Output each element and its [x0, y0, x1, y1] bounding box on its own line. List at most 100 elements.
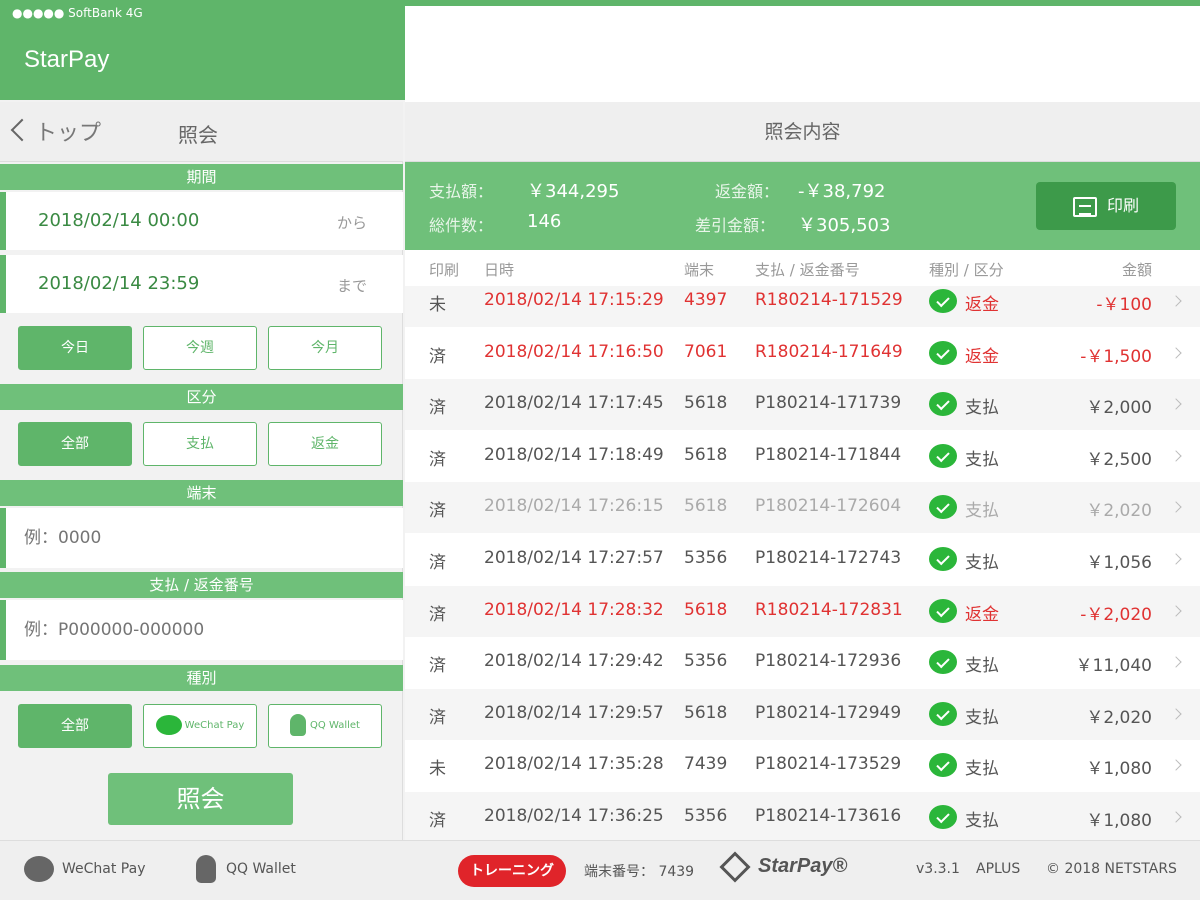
- row-number: R180214-172831: [755, 600, 903, 620]
- summary-bar: 支払額： ￥344,295 返金額： -￥38,792 総件数： 146 差引金…: [405, 162, 1200, 250]
- type-qq-button[interactable]: QQ Wallet: [268, 704, 382, 748]
- start-date-field[interactable]: 2018/02/14 00:00 から: [0, 192, 403, 250]
- wechat-icon: [929, 392, 957, 416]
- table-row[interactable]: 済 2018/02/14 17:28:32 5618 R180214-172831 返金…: [405, 586, 1200, 637]
- row-print-status: 済: [429, 347, 446, 367]
- qq-icon: [290, 714, 307, 736]
- row-number: P180214-172949: [755, 703, 902, 723]
- count-label: 総件数：: [429, 216, 494, 235]
- table-row[interactable]: 済 2018/02/14 17:26:15 5618 P180214-172604 支払…: [405, 482, 1200, 533]
- row-print-status: 未: [429, 295, 446, 315]
- category-header: 区分: [0, 384, 403, 410]
- row-amount: -￥100: [1096, 295, 1152, 315]
- printer-icon: [1072, 196, 1097, 217]
- terminal-input[interactable]: [6, 508, 366, 568]
- net-total-label: 差引金額：: [695, 216, 776, 235]
- table-row[interactable]: 済 2018/02/14 17:27:57 5356 P180214-172743 支払…: [405, 534, 1200, 585]
- table-row[interactable]: 済 2018/02/14 17:17:45 5618 P180214-171739 支払…: [405, 379, 1200, 430]
- table-row[interactable]: 未 2018/02/14 17:15:29 4397 R180214-171529 返金…: [405, 286, 1200, 327]
- number-field: [0, 600, 403, 660]
- row-kind: 支払: [965, 398, 999, 418]
- wechat-icon: [929, 599, 957, 623]
- row-amount: ￥2,020: [1086, 501, 1152, 521]
- row-datetime: 2018/02/14 17:26:15: [484, 496, 664, 516]
- end-date-field[interactable]: 2018/02/14 23:59 まで: [0, 255, 403, 313]
- period-month-button[interactable]: 今月: [268, 326, 382, 370]
- period-header: 期間: [0, 164, 403, 190]
- row-number: P180214-173616: [755, 806, 902, 826]
- filter-panel: トップ 照会 期間 2018/02/14 00:00 から 2018/02/14…: [0, 102, 403, 840]
- app-header: ●●●●● SoftBank 4G 17:37 ◉ ✱ 92% StarPay: [0, 0, 1200, 744]
- number-header: 支払 / 返金番号: [0, 572, 403, 598]
- chevron-right-icon: [1170, 759, 1182, 771]
- wechat-icon: [929, 341, 957, 365]
- category-pay-button[interactable]: 支払: [143, 422, 257, 466]
- row-terminal: 5618: [684, 445, 728, 465]
- type-qq-label: QQ Wallet: [310, 720, 360, 731]
- starpay-logo: StarPay®: [719, 851, 848, 883]
- wechat-icon: [929, 805, 957, 829]
- row-print-status: 済: [429, 708, 446, 728]
- chevron-right-icon: [1170, 605, 1182, 617]
- period-week-button[interactable]: 今週: [143, 326, 257, 370]
- chevron-right-icon: [1170, 708, 1182, 720]
- row-terminal: 5618: [684, 600, 728, 620]
- status-bar: ●●●●● SoftBank 4G 17:37 ◉ ✱ 92%: [0, 0, 1200, 744]
- row-terminal: 5356: [684, 806, 728, 826]
- table-row[interactable]: 済 2018/02/14 17:29:57 5618 P180214-172949 支払…: [405, 689, 1200, 740]
- table-row[interactable]: 済 2018/02/14 17:29:42 5356 P180214-172936 支払…: [405, 637, 1200, 688]
- wechat-icon: [929, 753, 957, 777]
- row-terminal: 5618: [684, 496, 728, 516]
- filter-title: 照会: [178, 123, 218, 147]
- logo-text: StarPay®: [758, 855, 848, 877]
- row-print-status: 済: [429, 811, 446, 831]
- wechat-icon: [155, 715, 182, 735]
- pay-total-label: 支払額：: [429, 182, 494, 201]
- battery-icon: [467, 8, 490, 19]
- print-button[interactable]: 印刷: [1036, 182, 1176, 230]
- row-print-status: 済: [429, 553, 446, 573]
- row-terminal: 5618: [684, 703, 728, 723]
- number-input[interactable]: [6, 600, 366, 660]
- category-refund-button[interactable]: 返金: [268, 422, 382, 466]
- row-terminal: 4397: [684, 290, 728, 310]
- row-number: P180214-173529: [755, 754, 902, 774]
- refund-total-value: -￥38,792: [798, 181, 886, 202]
- col-amount: 金額: [1121, 261, 1152, 279]
- row-datetime: 2018/02/14 17:27:57: [484, 548, 664, 568]
- row-number: P180214-172604: [755, 496, 902, 516]
- footer: WeChat Pay QQ Wallet トレーニング 端末番号： 7439 S…: [0, 840, 1200, 900]
- row-number: R180214-171529: [755, 290, 903, 310]
- row-number: R180214-171649: [755, 342, 903, 362]
- period-today-button[interactable]: 今日: [18, 326, 132, 370]
- row-amount: ￥2,000: [1086, 398, 1152, 418]
- filter-navbar: トップ 照会: [0, 102, 403, 162]
- transaction-list: 未 2018/02/14 17:15:29 4397 R180214-171529 返金…: [405, 286, 1200, 840]
- footer-wechat: WeChat Pay: [24, 856, 145, 882]
- row-terminal: 5618: [684, 393, 728, 413]
- chevron-right-icon: [1170, 295, 1182, 307]
- wechat-icon: [929, 650, 957, 674]
- type-all-button[interactable]: 全部: [18, 704, 132, 748]
- row-print-status: 済: [429, 398, 446, 418]
- row-terminal: 7439: [684, 754, 728, 774]
- type-wechat-button[interactable]: WeChat Pay: [143, 704, 257, 748]
- qq-icon: [196, 855, 216, 883]
- table-row[interactable]: 済 2018/02/14 17:18:49 5618 P180214-171844 支払…: [405, 431, 1200, 482]
- table-row[interactable]: 済 2018/02/14 17:36:25 5356 P180214-173616 支払…: [405, 792, 1200, 840]
- category-all-button[interactable]: 全部: [18, 422, 132, 466]
- table-row[interactable]: 未 2018/02/14 17:35:28 7439 P180214-173529 支払…: [405, 740, 1200, 791]
- terminal-number-value: 7439: [658, 864, 695, 880]
- row-number: P180214-171739: [755, 393, 902, 413]
- back-button[interactable]: トップ: [8, 115, 101, 147]
- row-amount: ￥11,040: [1075, 656, 1152, 676]
- row-kind: 返金: [965, 605, 999, 625]
- start-date-suffix: から: [336, 214, 367, 232]
- table-row[interactable]: 済 2018/02/14 17:16:50 7061 R180214-171649 返金…: [405, 328, 1200, 379]
- col-terminal: 端末: [684, 261, 715, 279]
- search-button[interactable]: 照会: [108, 773, 293, 825]
- terminal-header: 端末: [0, 480, 403, 506]
- col-datetime: 日時: [484, 261, 515, 279]
- row-kind: 返金: [965, 295, 999, 315]
- row-amount: -￥1,500: [1080, 347, 1152, 367]
